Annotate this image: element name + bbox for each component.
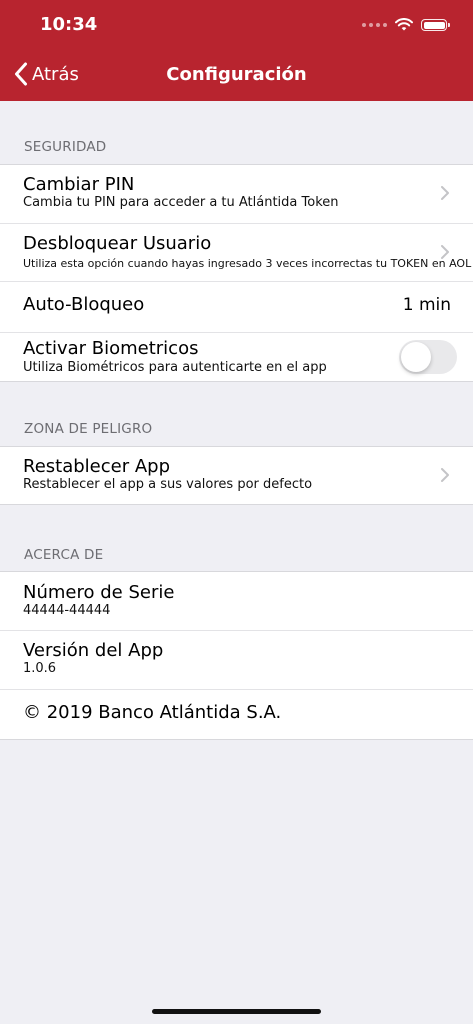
chevron-right-icon [441,468,449,482]
cellular-signal-icon [362,23,387,27]
numero-de-serie-title: Número de Serie [23,582,175,603]
auto-bloqueo-row[interactable]: Auto-Bloqueo 1 min [0,281,473,332]
status-time: 10:34 [40,14,98,35]
section-header-zona-de-peligro: ZONA DE PELIGRO [24,421,153,437]
seguridad-group: Cambiar PIN Cambia tu PIN para acceder a… [0,164,473,382]
desbloquear-usuario-subtitle: Utiliza esta opción cuando hayas ingresa… [23,257,472,270]
auto-bloqueo-title: Auto-Bloqueo [23,294,145,315]
cambiar-pin-row[interactable]: Cambiar PIN Cambia tu PIN para acceder a… [0,165,473,223]
biometricos-toggle[interactable] [399,340,457,374]
restablecer-app-title: Restablecer App [23,456,170,477]
numero-de-serie-value: 44444-44444 [23,603,111,618]
auto-bloqueo-value: 1 min [402,295,451,315]
battery-icon [421,19,450,31]
desbloquear-usuario-title: Desbloquear Usuario [23,233,212,254]
status-icons [362,15,450,35]
restablecer-app-subtitle: Restablecer el app a sus valores por def… [23,477,313,492]
acerca-de-group: Número de Serie 44444-44444 Versión del … [0,571,473,740]
chevron-right-icon [441,245,449,259]
activar-biometricos-row: Activar Biometricos Utiliza Biométricos … [0,332,473,381]
numero-de-serie-row: Número de Serie 44444-44444 [0,572,473,630]
version-value: 1.0.6 [23,661,57,676]
copyright-text: © 2019 Banco Atlántida S.A. [23,702,282,723]
version-title: Versión del App [23,640,164,661]
navigation-header: 10:34 Atrás Configuración [0,0,473,101]
toggle-knob [401,342,431,372]
version-row: Versión del App 1.0.6 [0,630,473,689]
chevron-right-icon [441,186,449,200]
restablecer-app-row[interactable]: Restablecer App Restablecer el app a sus… [0,447,473,504]
section-header-acerca-de: ACERCA DE [24,547,104,563]
cambiar-pin-title: Cambiar PIN [23,174,135,195]
desbloquear-usuario-row[interactable]: Desbloquear Usuario Utiliza esta opción … [0,223,473,281]
wifi-icon [395,18,413,31]
zona-de-peligro-group: Restablecer App Restablecer el app a sus… [0,446,473,505]
page-title: Configuración [166,64,307,85]
cambiar-pin-subtitle: Cambia tu PIN para acceder a tu Atlántid… [23,195,339,210]
activar-biometricos-subtitle: Utiliza Biométricos para autenticarte en… [23,360,327,375]
home-indicator[interactable] [152,1009,321,1014]
section-header-seguridad: SEGURIDAD [24,139,107,155]
copyright-row: © 2019 Banco Atlántida S.A. [0,689,473,739]
activar-biometricos-title: Activar Biometricos [23,338,199,359]
